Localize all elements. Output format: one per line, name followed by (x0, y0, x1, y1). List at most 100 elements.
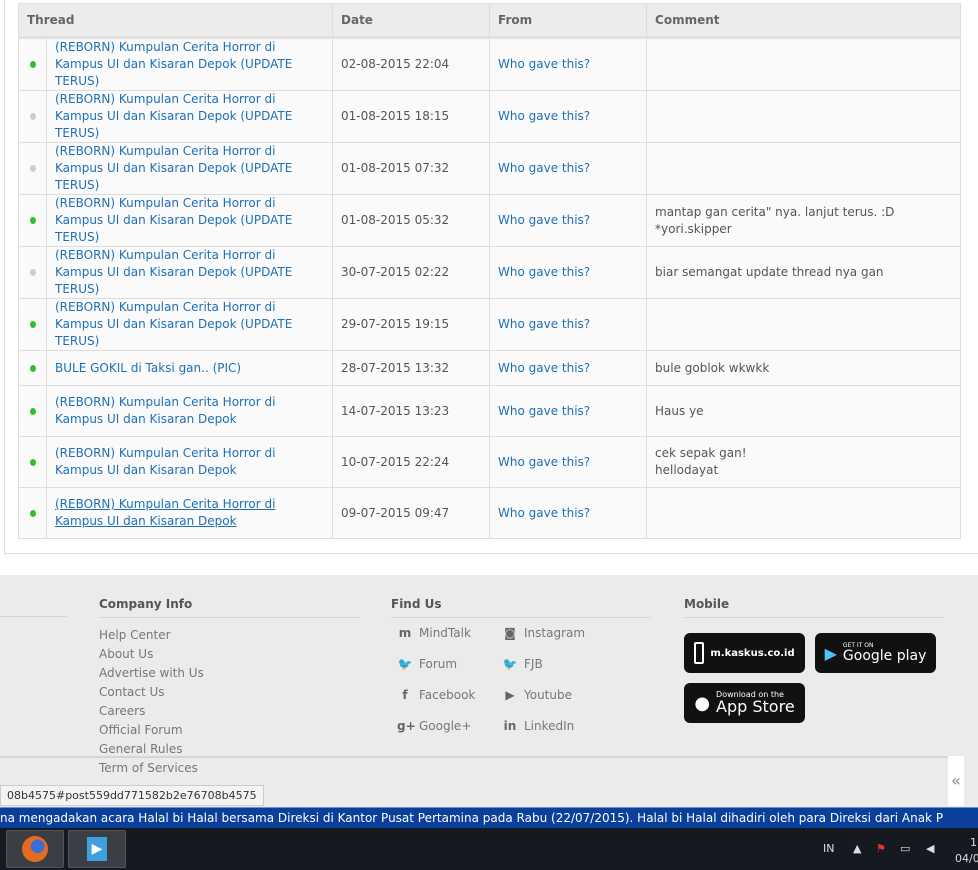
footer-link[interactable]: Help Center (99, 626, 359, 645)
status-dot-icon (29, 509, 36, 517)
status-cell (18, 194, 47, 247)
comment-cell: bule goblok wkwkk (646, 350, 961, 386)
comment-cell (646, 487, 961, 539)
status-bar-url: 08b4575#post559dd771582b2e76708b4575 (0, 785, 264, 806)
status-dot-icon (29, 269, 36, 276)
social-link[interactable]: 🐦 Forum (397, 657, 458, 671)
network-icon[interactable]: ▭ (900, 842, 910, 855)
from-cell: Who gave this? (489, 436, 648, 488)
taskbar: ▶ IN ▲ ⚑ ▭ ◀ 1 04/0 (0, 828, 978, 870)
status-cell (18, 90, 47, 143)
phone-icon (694, 642, 705, 664)
table-row: (REBORN) Kumpulan Cerita Horror di Kampu… (18, 142, 961, 195)
footer-link[interactable]: About Us (99, 645, 359, 664)
who-gave-this-link[interactable]: Who gave this? (498, 265, 590, 279)
volume-icon[interactable]: ◀ (926, 842, 934, 855)
thread-link[interactable]: (REBORN) Kumpulan Cerita Horror di Kampu… (55, 40, 292, 88)
social-link[interactable]: 🐦 FJB (502, 657, 543, 671)
footer-link[interactable]: Advertise with Us (99, 664, 359, 683)
who-gave-this-link[interactable]: Who gave this? (498, 506, 590, 520)
social-link[interactable]: in LinkedIn (502, 719, 575, 733)
thread-link[interactable]: (REBORN) Kumpulan Cerita Horror di Kampu… (55, 395, 275, 426)
date-cell: 01-08-2015 18:15 (332, 90, 491, 143)
thread-link[interactable]: (REBORN) Kumpulan Cerita Horror di Kampu… (55, 144, 292, 192)
status-dot-icon (29, 364, 36, 372)
thread-link[interactable]: (REBORN) Kumpulan Cerita Horror di Kampu… (55, 196, 292, 244)
footer-link[interactable]: Contact Us (99, 683, 359, 702)
table-row: (REBORN) Kumpulan Cerita Horror di Kampu… (18, 37, 961, 91)
who-gave-this-link[interactable]: Who gave this? (498, 317, 590, 331)
table-row: (REBORN) Kumpulan Cerita Horror di Kampu… (18, 246, 961, 299)
firefox-taskbar-button[interactable] (6, 830, 64, 868)
status-cell (18, 385, 47, 437)
status-dot-icon (29, 407, 36, 415)
comment-cell: cek sepak gan! hellodayat (646, 436, 961, 488)
facebook-icon: f (402, 688, 408, 702)
status-cell (18, 487, 47, 539)
social-link[interactable]: ▶ Youtube (502, 688, 572, 702)
thread-cell: (REBORN) Kumpulan Cerita Horror di Kampu… (45, 436, 334, 488)
header-thread: Thread (17, 3, 334, 39)
thread-link[interactable]: (REBORN) Kumpulan Cerita Horror di Kampu… (55, 92, 292, 140)
who-gave-this-link[interactable]: Who gave this? (498, 455, 590, 469)
comment-cell: mantap gan cerita" nya. lanjut terus. :D… (646, 194, 961, 247)
social-link[interactable]: f Facebook (397, 688, 475, 702)
status-dot-icon (29, 458, 36, 466)
footer-link[interactable]: Official Forum (99, 721, 359, 740)
company-info-title: Company Info (99, 597, 359, 618)
media-player-taskbar-button[interactable]: ▶ (68, 830, 126, 868)
twitter-icon: 🐦 (397, 657, 413, 671)
status-dot-icon (29, 113, 36, 120)
thread-link[interactable]: (REBORN) Kumpulan Cerita Horror di Kampu… (55, 248, 292, 296)
date-cell: 02-08-2015 22:04 (332, 37, 491, 91)
comment-cell (646, 90, 961, 143)
social-link[interactable]: m MindTalk (397, 626, 471, 640)
table-row: (REBORN) Kumpulan Cerita Horror di Kampu… (18, 385, 961, 437)
who-gave-this-link[interactable]: Who gave this? (498, 57, 590, 71)
date-cell: 29-07-2015 19:15 (332, 298, 491, 351)
thread-link[interactable]: (REBORN) Kumpulan Cerita Horror di Kampu… (55, 497, 275, 528)
thread-cell: (REBORN) Kumpulan Cerita Horror di Kampu… (45, 298, 334, 351)
who-gave-this-link[interactable]: Who gave this? (498, 161, 590, 175)
thread-link[interactable]: (REBORN) Kumpulan Cerita Horror di Kampu… (55, 446, 275, 477)
linkedin-icon: in (503, 719, 517, 733)
find-us: Find Us (391, 597, 651, 618)
thread-link[interactable]: (REBORN) Kumpulan Cerita Horror di Kampu… (55, 300, 292, 348)
status-dot-icon (29, 321, 36, 328)
thread-cell: (REBORN) Kumpulan Cerita Horror di Kampu… (45, 385, 334, 437)
google-play-icon: ▶ (824, 643, 837, 663)
youtube-icon: ▶ (505, 688, 515, 702)
language-indicator[interactable]: IN (823, 842, 834, 855)
thread-cell: BULE GOKIL di Taksi gan.. (PIC) (45, 350, 334, 386)
google-play-badge[interactable]: ▶ GET IT ON Google play (815, 633, 936, 673)
news-ticker[interactable]: na mengadakan acara Halal bi Halal bersa… (0, 807, 978, 828)
collapse-sidebar-button[interactable]: « (948, 756, 964, 806)
date-cell: 01-08-2015 05:32 (332, 194, 491, 247)
comment-cell: Haus ye (646, 385, 961, 437)
footer-link[interactable]: Term of Services (99, 759, 359, 778)
app-store-badge[interactable]: ● Download on the App Store (684, 683, 805, 723)
who-gave-this-link[interactable]: Who gave this? (498, 361, 590, 375)
thread-cell: (REBORN) Kumpulan Cerita Horror di Kampu… (45, 37, 334, 91)
clock-time[interactable]: 1 (970, 836, 977, 849)
social-link[interactable]: ◙ Instagram (502, 626, 585, 640)
thread-cell: (REBORN) Kumpulan Cerita Horror di Kampu… (45, 194, 334, 247)
googleplus-icon: g+ (397, 719, 416, 733)
mkaskus-badge[interactable]: m.kaskus.co.id (684, 633, 805, 673)
thread-link[interactable]: BULE GOKIL di Taksi gan.. (PIC) (55, 361, 241, 375)
table-row: (REBORN) Kumpulan Cerita Horror di Kampu… (18, 194, 961, 247)
footer-link[interactable]: Careers (99, 702, 359, 721)
who-gave-this-link[interactable]: Who gave this? (498, 213, 590, 227)
from-cell: Who gave this? (489, 194, 648, 247)
show-hidden-icons[interactable]: ▲ (853, 842, 861, 855)
find-us-title: Find Us (391, 597, 651, 618)
footer: Company Info Help Center About Us Advertis… (0, 575, 978, 807)
action-center-icon[interactable]: ⚑ (876, 842, 886, 855)
who-gave-this-link[interactable]: Who gave this? (498, 404, 590, 418)
instagram-icon: ◙ (504, 626, 516, 640)
status-cell (18, 142, 47, 195)
status-dot-icon (29, 61, 36, 68)
social-link[interactable]: g+ Google+ (397, 719, 471, 733)
who-gave-this-link[interactable]: Who gave this? (498, 109, 590, 123)
clock-date[interactable]: 04/0 (955, 852, 978, 865)
